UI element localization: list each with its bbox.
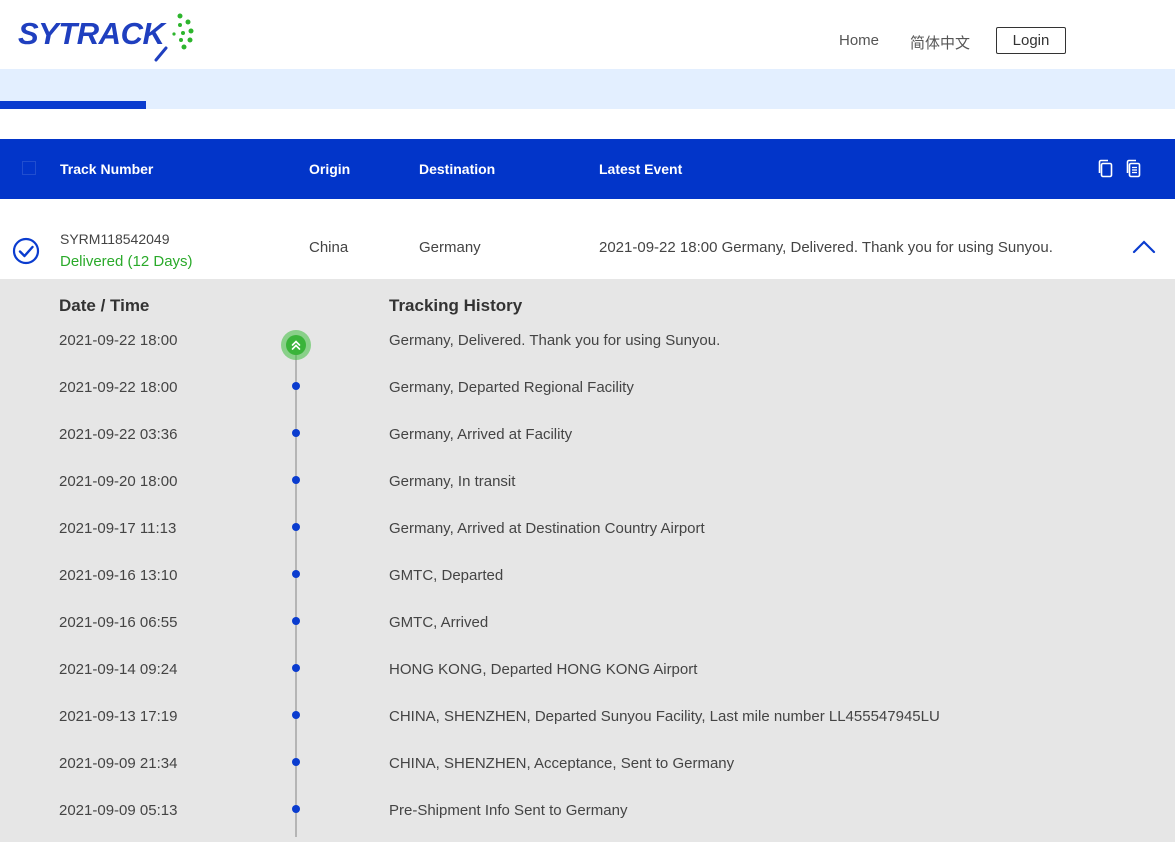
event-time: 2021-09-17 11:13 bbox=[59, 520, 177, 537]
nav-language-link[interactable]: 简体中文 bbox=[910, 32, 970, 53]
column-track-number: Track Number bbox=[60, 161, 154, 177]
tracking-history-header: Tracking History bbox=[389, 296, 523, 315]
copy-icon[interactable] bbox=[1097, 159, 1115, 179]
timeline-dot bbox=[292, 429, 300, 437]
destination-value: Germany bbox=[419, 239, 481, 256]
event-description: Germany, In transit bbox=[389, 473, 516, 490]
double-chevron-up-icon bbox=[291, 340, 301, 350]
event-description: HONG KONG, Departed HONG KONG Airport bbox=[389, 661, 698, 678]
tab-band bbox=[0, 69, 1175, 109]
copy-all-icon[interactable] bbox=[1125, 159, 1143, 179]
timeline-dot bbox=[292, 523, 300, 531]
login-button[interactable]: Login bbox=[996, 27, 1066, 54]
timeline-dot bbox=[292, 805, 300, 813]
event-description: Germany, Arrived at Facility bbox=[389, 426, 573, 443]
event-description: Germany, Delivered. Thank you for using … bbox=[389, 332, 721, 349]
event-time: 2021-09-16 13:10 bbox=[59, 567, 178, 584]
latest-event-value: 2021-09-22 18:00 Germany, Delivered. Tha… bbox=[599, 239, 1053, 256]
timeline-dot bbox=[292, 617, 300, 625]
event-time: 2021-09-09 05:13 bbox=[59, 802, 178, 819]
timeline-dot bbox=[292, 758, 300, 766]
track-number: SYRM118542049 bbox=[60, 231, 170, 247]
timeline-dot bbox=[292, 382, 300, 390]
event-description: CHINA, SHENZHEN, Departed Sunyou Facilit… bbox=[389, 708, 940, 725]
chevron-up-icon[interactable] bbox=[1131, 237, 1157, 255]
status-text: Delivered (12 Days) bbox=[60, 253, 193, 270]
event-time: 2021-09-14 09:24 bbox=[59, 661, 178, 678]
event-description: GMTC, Arrived bbox=[389, 614, 489, 631]
column-latest-event: Latest Event bbox=[599, 161, 683, 177]
event-time: 2021-09-22 03:36 bbox=[59, 426, 178, 443]
tracking-row[interactable]: SYRM118542049 Delivered (12 Days) China … bbox=[0, 199, 1175, 279]
nav-home-link[interactable]: Home bbox=[839, 32, 879, 49]
event-time: 2021-09-20 18:00 bbox=[59, 473, 178, 490]
event-time: 2021-09-22 18:00 bbox=[59, 379, 178, 396]
column-origin: Origin bbox=[309, 161, 351, 177]
timeline-dot bbox=[292, 570, 300, 578]
timeline-dot bbox=[292, 476, 300, 484]
event-time: 2021-09-09 21:34 bbox=[59, 755, 178, 772]
site-header: SYTRACK Home 简体中文 Login bbox=[0, 0, 1175, 69]
check-circle-icon[interactable] bbox=[12, 237, 40, 265]
timeline-dot bbox=[292, 711, 300, 719]
column-destination: Destination bbox=[419, 161, 496, 177]
table-header: Track Number Origin Destination Latest E… bbox=[0, 139, 1175, 199]
date-time-header: Date / Time bbox=[59, 296, 150, 315]
logo[interactable]: SYTRACK bbox=[18, 12, 198, 62]
select-all-checkbox[interactable] bbox=[22, 161, 36, 175]
event-time: 2021-09-13 17:19 bbox=[59, 708, 178, 725]
event-time: 2021-09-16 06:55 bbox=[59, 614, 178, 631]
origin-value: China bbox=[309, 239, 349, 256]
latest-event-marker bbox=[281, 330, 311, 360]
event-time: 2021-09-22 18:00 bbox=[59, 332, 178, 349]
event-description: Pre-Shipment Info Sent to Germany bbox=[389, 802, 628, 819]
timeline-dot bbox=[292, 664, 300, 672]
logo-dots-icon bbox=[154, 13, 194, 62]
active-tab-indicator bbox=[0, 101, 146, 109]
event-description: Germany, Arrived at Destination Country … bbox=[389, 520, 705, 537]
event-description: Germany, Departed Regional Facility bbox=[389, 379, 634, 396]
event-description: CHINA, SHENZHEN, Acceptance, Sent to Ger… bbox=[389, 755, 735, 772]
event-description: GMTC, Departed bbox=[389, 567, 504, 584]
